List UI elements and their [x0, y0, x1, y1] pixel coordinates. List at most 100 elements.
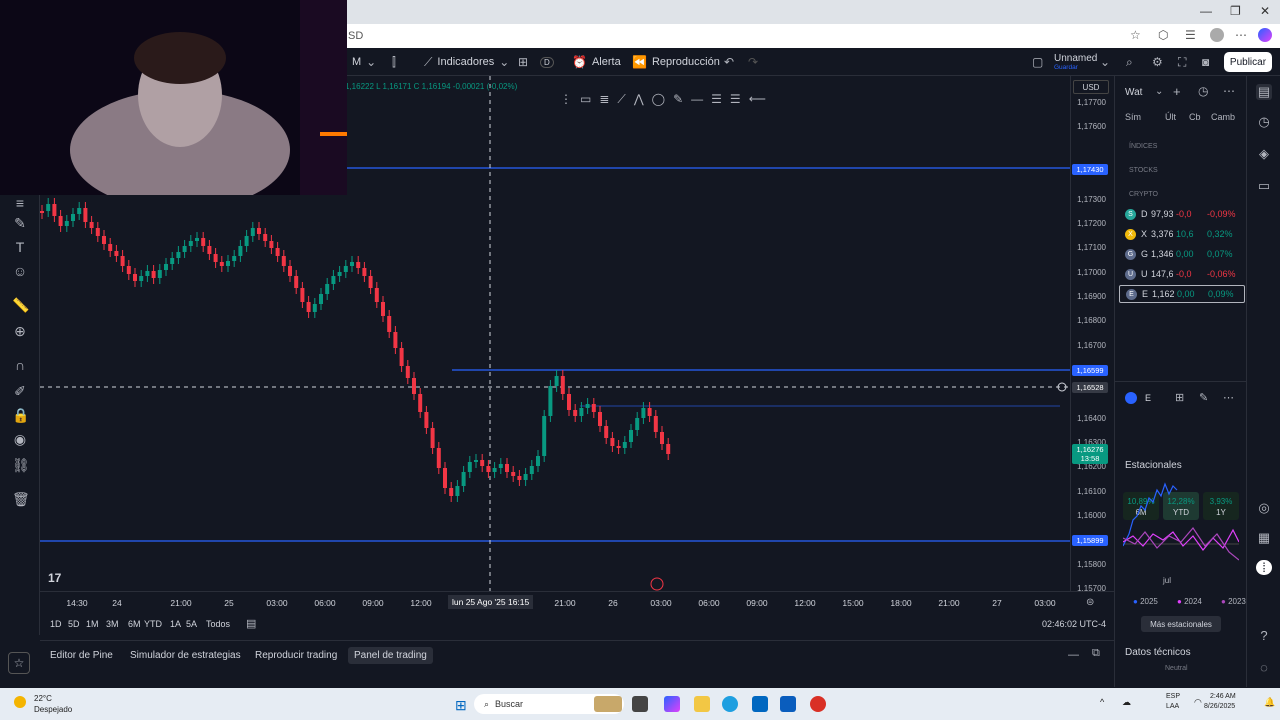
target-icon[interactable]: ◎ [1256, 500, 1272, 516]
file-explorer-icon[interactable] [694, 696, 710, 712]
watchlist-column-header[interactable]: Sím [1125, 112, 1141, 122]
tray-chevron-icon[interactable]: ^ [1100, 697, 1104, 707]
undo-button[interactable]: ↶ [724, 48, 734, 76]
clock-utc[interactable]: 02:46:02 UTC-4 [1042, 619, 1106, 629]
calendar-icon[interactable]: ▦ [1256, 530, 1272, 546]
detail-symbol[interactable]: E [1145, 393, 1151, 403]
price-axis[interactable]: USD 1,17700 1,17600 1,17300 1,17200 1,17100 1… [1070, 76, 1114, 593]
pencil-icon[interactable]: ✎ [673, 92, 683, 106]
copilot-icon[interactable] [1258, 28, 1272, 42]
edge-icon[interactable] [722, 696, 738, 712]
watchlist-row[interactable]: S D 97,93 -0,0 -0,09% [1119, 205, 1245, 223]
language-label[interactable]: ESP [1166, 693, 1180, 700]
chart-type-button[interactable]: ⫿ [392, 48, 396, 76]
trendline-icon[interactable]: ⟋ [617, 92, 625, 107]
opera-icon[interactable] [810, 696, 826, 712]
range-button[interactable]: 3M [106, 619, 119, 629]
watchlist-row[interactable]: G G 1,346 0,00 0,07% [1119, 245, 1245, 263]
clock-time[interactable]: 2:46 AM [1210, 693, 1236, 700]
eye-icon[interactable]: ◉ [12, 431, 28, 448]
add-symbol-icon[interactable]: + [1173, 84, 1181, 99]
layers-icon[interactable]: ◈ [1256, 146, 1272, 162]
weather-temp[interactable]: 22°C [34, 694, 52, 703]
more-menu-icon[interactable]: ⋯ [1235, 28, 1247, 42]
minimize-icon[interactable]: — [1200, 4, 1212, 18]
layout-name[interactable]: Unnamed Guardar [1054, 48, 1097, 76]
extensions-icon[interactable]: ⬡ [1158, 28, 1168, 42]
link-icon[interactable]: ⛓ [12, 457, 30, 474]
maximize-icon[interactable]: ❐ [1230, 4, 1241, 18]
cloud-icon[interactable]: ☁ [1122, 697, 1131, 708]
drag-handle-icon[interactable]: ⋮ [560, 92, 572, 106]
more-icon[interactable]: ⋯ [1223, 84, 1235, 98]
minimize-panel-icon[interactable]: — [1068, 649, 1079, 661]
interval-selector[interactable]: M ⌄ [352, 48, 376, 76]
tab-trading-panel[interactable]: Panel de trading [348, 647, 433, 664]
channel-icon[interactable]: ☰ [711, 92, 722, 106]
profile-avatar[interactable] [1210, 28, 1224, 42]
weather-desc[interactable]: Despejado [34, 705, 72, 714]
publish-button[interactable]: Publicar [1224, 52, 1272, 72]
time-axis[interactable]: 14:30 24 21:00 25 03:00 06:00 09:00 12:00 21:00 2… [40, 591, 1114, 613]
wifi-icon[interactable]: ◠ [1194, 697, 1202, 708]
layout-menu-button[interactable]: ⌄ [1100, 48, 1110, 76]
copilot-taskbar-icon[interactable] [664, 696, 680, 712]
apps-icon[interactable]: ⁞ [1256, 560, 1272, 575]
fullscreen-button[interactable]: ⛶ [1178, 48, 1186, 76]
brush-tool-icon[interactable]: ✎ [12, 215, 28, 232]
section-crypto[interactable]: CRYPTO [1129, 191, 1158, 198]
watchlist-column-header[interactable]: Cb [1189, 112, 1201, 122]
d-badge[interactable]: D [540, 48, 554, 76]
text-tool-icon[interactable]: T [12, 239, 28, 255]
seasonal-legend-item[interactable]: ● 2025 [1133, 597, 1158, 606]
lines-tool-icon[interactable]: ≡ [12, 195, 28, 211]
outlook-icon[interactable] [780, 696, 796, 712]
path-icon[interactable]: ⋀ [634, 92, 644, 106]
section-stocks[interactable]: STOCKS [1129, 167, 1158, 174]
magnet-icon[interactable]: ∩ [12, 357, 28, 373]
store-icon[interactable] [752, 696, 768, 712]
watchlist-row[interactable]: E E 1,162 0,00 0,09% [1119, 285, 1245, 303]
task-view-icon[interactable] [632, 696, 648, 712]
range-button[interactable]: 5A [186, 619, 197, 629]
weather-icon[interactable] [14, 696, 26, 708]
notification-bell-icon[interactable]: 🔔 [1264, 697, 1275, 708]
range-button[interactable]: 5D [68, 619, 80, 629]
range-button[interactable]: 1M [86, 619, 99, 629]
ruler-tool-icon[interactable]: 📏 [12, 297, 29, 314]
seasonal-legend-item[interactable]: ● 2023 [1221, 597, 1246, 606]
range-button[interactable]: 1D [50, 619, 62, 629]
tab-pine-editor[interactable]: Editor de Pine [44, 647, 119, 664]
fib-icon[interactable]: ≣ [599, 92, 609, 106]
replay-button[interactable]: ⏪ Reproducción [632, 48, 720, 76]
multi-line-icon[interactable]: ☰ [730, 92, 741, 106]
lock-icon[interactable]: 🔒 [12, 407, 29, 424]
ray-icon[interactable]: ⟵ [749, 92, 766, 106]
favorites-star-icon[interactable]: ☆ [8, 652, 30, 674]
circle-icon[interactable]: ◯ [652, 92, 665, 106]
trash-icon[interactable]: 🗑 [12, 491, 30, 508]
time-axis-settings-icon[interactable]: ⊜ [1086, 597, 1094, 608]
seasonal-chart[interactable] [1123, 476, 1239, 576]
range-button[interactable]: Todos [206, 619, 230, 629]
windows-start-icon[interactable]: ⊞ [455, 697, 467, 714]
watchlist-title[interactable]: Wat [1125, 87, 1142, 98]
calendar-icon[interactable]: ▤ [246, 617, 256, 630]
chevron-down-icon[interactable]: ⌄ [1155, 86, 1163, 97]
language-sub[interactable]: LAA [1166, 703, 1179, 710]
maximize-panel-icon[interactable]: ⧉ [1092, 647, 1100, 660]
indicators-button[interactable]: ⟋ Indicadores ⌄ [424, 48, 509, 76]
layout-toggle[interactable]: ▢ [1032, 48, 1043, 76]
grid-icon[interactable]: ⊞ [1175, 391, 1184, 404]
range-button[interactable]: 6M [128, 619, 141, 629]
seasonal-legend-item[interactable]: ● 2024 [1177, 597, 1202, 606]
tab-replay-trading[interactable]: Reproducir trading [249, 647, 343, 664]
snapshot-button[interactable]: ◙ [1202, 48, 1209, 76]
clock-date[interactable]: 8/26/2025 [1204, 703, 1235, 710]
templates-button[interactable]: ⊞ [518, 48, 528, 76]
alert-button[interactable]: ⏰ Alerta [572, 48, 621, 76]
search-button[interactable]: ⌕ [1126, 48, 1133, 76]
pencil-lock-icon[interactable]: ✐ [12, 383, 28, 400]
rectangle-icon[interactable]: ▭ [580, 92, 591, 106]
redo-button[interactable]: ↷ [748, 48, 758, 76]
